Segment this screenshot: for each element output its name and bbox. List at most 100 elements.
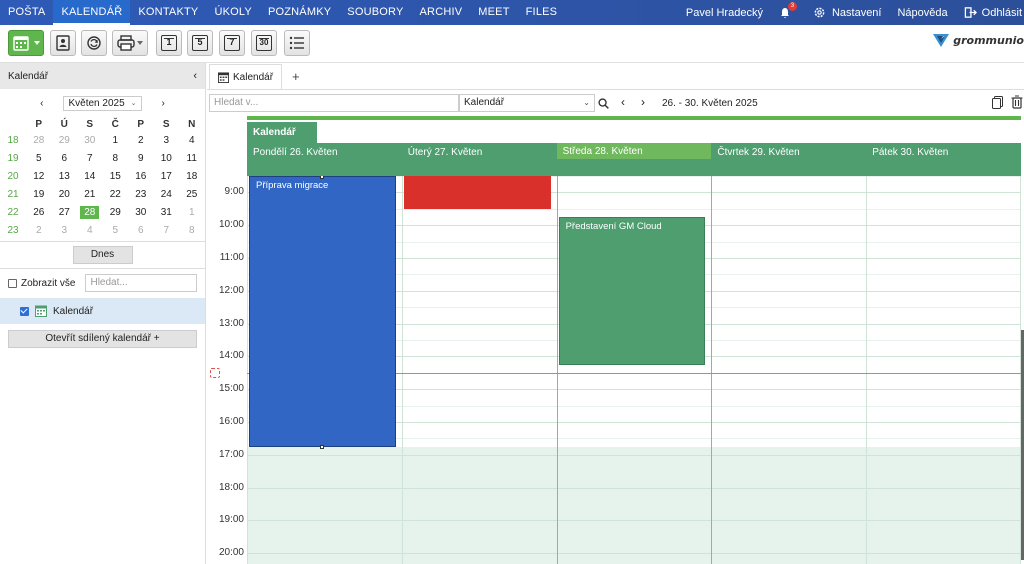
mini-calendar-day[interactable]: 26: [26, 207, 52, 218]
prev-month-icon[interactable]: ‹: [40, 98, 43, 109]
week-number[interactable]: 18: [0, 135, 26, 146]
day-header[interactable]: Pondělí 26. Květen: [247, 143, 402, 176]
mini-calendar-day[interactable]: 22: [103, 189, 129, 200]
mini-calendar-day[interactable]: 12: [26, 171, 52, 182]
week-number[interactable]: 23: [0, 225, 26, 236]
open-shared-calendar-button[interactable]: Otevřít sdílený kalendář +: [8, 330, 197, 348]
next-month-icon[interactable]: ›: [162, 98, 165, 109]
mini-calendar-today[interactable]: 28: [77, 205, 103, 219]
mini-calendar-day[interactable]: 5: [26, 153, 52, 164]
day-header[interactable]: Čtvrtek 29. Květen: [711, 143, 866, 176]
calendar-checkbox[interactable]: [20, 306, 29, 316]
module-tab[interactable]: FILES: [518, 0, 566, 25]
mini-calendar-day[interactable]: 25: [179, 189, 205, 200]
mini-calendar-day[interactable]: 29: [103, 207, 129, 218]
module-tab[interactable]: POZNÁMKY: [260, 0, 339, 25]
mini-calendar-day[interactable]: 1: [179, 207, 205, 218]
print-button[interactable]: [112, 30, 148, 56]
mini-calendar-day[interactable]: 21: [77, 189, 103, 200]
address-book-button[interactable]: [50, 30, 76, 56]
collapse-sidebar-icon[interactable]: ‹: [193, 70, 197, 82]
tab-calendar[interactable]: Kalendář: [209, 64, 283, 89]
mini-calendar-day[interactable]: 29: [52, 135, 78, 146]
previous-week-icon[interactable]: ‹: [621, 95, 625, 109]
notifications-button[interactable]: 3: [771, 1, 805, 19]
mini-calendar-day[interactable]: 30: [77, 135, 103, 146]
copy-icon[interactable]: [992, 96, 1003, 109]
calendar-event[interactable]: Představení GM Cloud: [558, 217, 706, 365]
mini-calendar-day[interactable]: 6: [128, 225, 154, 236]
mini-calendar-day[interactable]: 28: [26, 135, 52, 146]
module-tab[interactable]: POŠTA: [0, 0, 53, 25]
settings-button[interactable]: Nastavení: [805, 6, 890, 19]
logout-button[interactable]: Odhlásit: [956, 6, 1024, 19]
mini-calendar-day[interactable]: 5: [103, 225, 129, 236]
day-view-button[interactable]: 1: [156, 30, 182, 56]
next-week-icon[interactable]: ›: [641, 95, 645, 109]
mini-calendar-day[interactable]: 2: [26, 225, 52, 236]
search-scope-select[interactable]: Kalendář ⌄: [459, 94, 595, 112]
calendar-event[interactable]: [403, 176, 551, 209]
month-selector[interactable]: Květen 2025 ⌄: [63, 95, 142, 111]
mini-calendar-day[interactable]: 7: [77, 153, 103, 164]
month-view-button[interactable]: 30: [251, 30, 277, 56]
mini-calendar-day[interactable]: 4: [77, 225, 103, 236]
mini-calendar-day[interactable]: 18: [179, 171, 205, 182]
mini-calendar-day[interactable]: 10: [154, 153, 180, 164]
mini-calendar-day[interactable]: 31: [154, 207, 180, 218]
resize-handle-bottom[interactable]: [320, 444, 325, 449]
mini-calendar-day[interactable]: 4: [179, 135, 205, 146]
calendar-search-input[interactable]: Hledat...: [85, 274, 197, 292]
mini-calendar-day[interactable]: 1: [103, 135, 129, 146]
user-name[interactable]: Pavel Hradecký: [678, 7, 771, 19]
mini-calendar-day[interactable]: 9: [128, 153, 154, 164]
workweek-view-button[interactable]: 5: [187, 30, 213, 56]
module-tab[interactable]: KALENDÁŘ: [53, 0, 131, 25]
module-tab[interactable]: SOUBORY: [339, 0, 411, 25]
mini-calendar-day[interactable]: 16: [128, 171, 154, 182]
show-all-checkbox[interactable]: [8, 278, 17, 288]
day-header-today[interactable]: Středa 28. Květen: [556, 143, 712, 159]
new-appointment-button[interactable]: [8, 30, 44, 56]
resize-handle-top[interactable]: [320, 176, 325, 179]
search-icon[interactable]: [598, 98, 609, 109]
mini-calendar-day[interactable]: 6: [52, 153, 78, 164]
calendar-list-item[interactable]: Kalendář: [0, 298, 205, 324]
add-tab-icon[interactable]: +: [282, 69, 310, 89]
mini-calendar-day[interactable]: 8: [179, 225, 205, 236]
day-header[interactable]: Pátek 30. Květen: [866, 143, 1021, 176]
mini-calendar-day[interactable]: 3: [52, 225, 78, 236]
mini-calendar-day[interactable]: 11: [179, 153, 205, 164]
mini-calendar-day[interactable]: 3: [154, 135, 180, 146]
week-view-button[interactable]: 7: [219, 30, 245, 56]
module-tab[interactable]: ARCHIV: [412, 0, 471, 25]
day-header[interactable]: Úterý 27. Květen: [402, 143, 557, 176]
refresh-button[interactable]: [81, 30, 107, 56]
mini-calendar-day[interactable]: 2: [128, 135, 154, 146]
mini-calendar-day[interactable]: 14: [77, 171, 103, 182]
week-number[interactable]: 20: [0, 171, 26, 182]
mini-calendar-day[interactable]: 15: [103, 171, 129, 182]
week-number[interactable]: 19: [0, 153, 26, 164]
mini-calendar-day[interactable]: 27: [52, 207, 78, 218]
module-tab[interactable]: MEET: [470, 0, 517, 25]
mini-calendar-day[interactable]: 24: [154, 189, 180, 200]
mini-calendar-day[interactable]: 17: [154, 171, 180, 182]
module-tab[interactable]: KONTAKTY: [130, 0, 206, 25]
mini-calendar-day[interactable]: 19: [26, 189, 52, 200]
week-number[interactable]: 21: [0, 189, 26, 200]
grid-body[interactable]: Příprava migrace Představení GM Cloud: [247, 176, 1021, 564]
help-link[interactable]: Nápověda: [889, 7, 955, 19]
mini-calendar-day[interactable]: 13: [52, 171, 78, 182]
mini-calendar-day[interactable]: 30: [128, 207, 154, 218]
week-number[interactable]: 22: [0, 207, 26, 218]
trash-icon[interactable]: [1011, 95, 1023, 109]
today-button[interactable]: Dnes: [72, 246, 133, 264]
mini-calendar-day[interactable]: 20: [52, 189, 78, 200]
mini-calendar-day[interactable]: 23: [128, 189, 154, 200]
calendar-event[interactable]: Příprava migrace: [249, 176, 396, 449]
list-view-button[interactable]: [284, 30, 310, 56]
module-tab[interactable]: ÚKOLY: [206, 0, 259, 25]
search-input[interactable]: Hledat v...: [209, 94, 459, 112]
mini-calendar-day[interactable]: 7: [154, 225, 180, 236]
